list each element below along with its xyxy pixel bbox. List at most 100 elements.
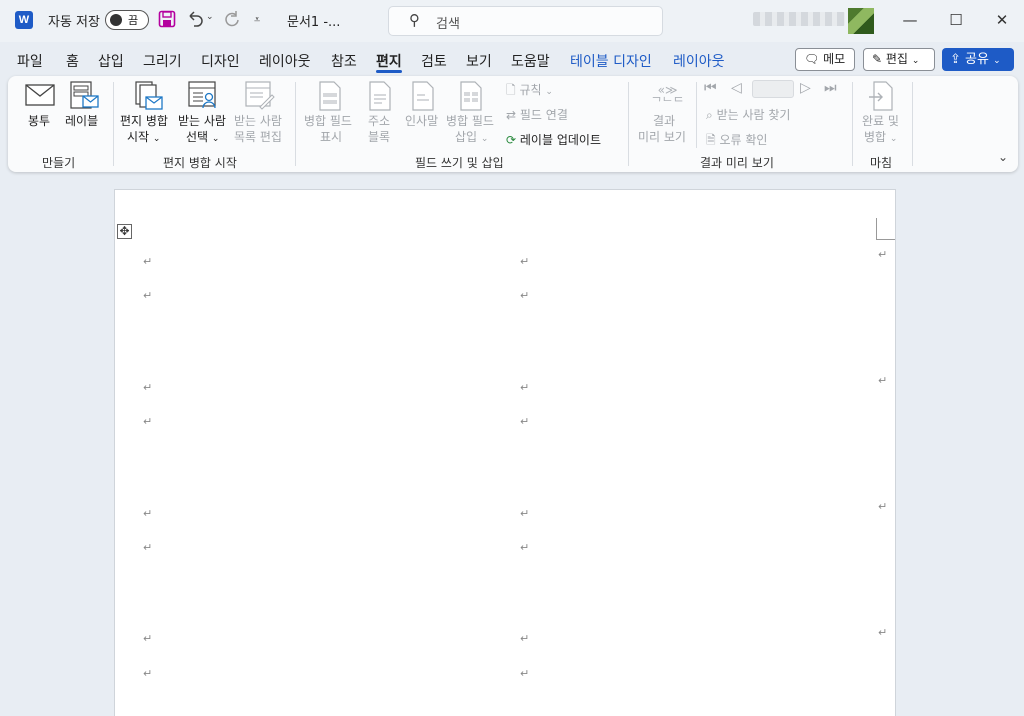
group-divider: [852, 82, 853, 166]
tab-layout[interactable]: 레이아웃: [259, 51, 311, 71]
tab-table-design[interactable]: 테이블 디자인: [570, 51, 652, 71]
tab-view[interactable]: 보기: [466, 51, 492, 71]
autosave-toggle[interactable]: 끔: [105, 10, 149, 30]
address-block-icon: [368, 81, 392, 115]
tab-draw[interactable]: 그리기: [143, 51, 182, 71]
start-mail-merge-label-2: 시작: [127, 130, 150, 144]
share-icon: ⇪: [950, 52, 961, 67]
share-label: 공유: [965, 52, 989, 67]
select-recipients-button[interactable]: 선택 ⌄: [186, 130, 219, 147]
insert-merge-field-label-1: 병합 필드: [446, 114, 494, 128]
start-mail-merge-button[interactable]: 시작 ⌄: [127, 130, 160, 147]
edit-mode-button[interactable]: ✎ 편집 ⌄: [863, 48, 935, 71]
tab-insert[interactable]: 삽입: [98, 51, 124, 71]
previous-record-icon: ◁: [731, 80, 742, 96]
save-icon[interactable]: [158, 10, 176, 33]
document-page[interactable]: [114, 189, 896, 716]
paragraph-mark-icon: ↵: [520, 667, 530, 680]
tab-file[interactable]: 파일: [17, 51, 43, 71]
start-mail-merge-icon[interactable]: [134, 81, 164, 117]
group-divider: [912, 82, 913, 166]
pencil-icon: ✎: [872, 52, 883, 66]
address-block-label-2: 블록: [368, 130, 391, 144]
finish-merge-label-2: 병합 ⌄: [864, 130, 897, 147]
rules-label: 규칙: [519, 83, 542, 97]
tab-table-layout[interactable]: 레이아웃: [673, 51, 725, 71]
undo-icon[interactable]: [186, 9, 204, 32]
ribbon: 봉투 레이블 만들기 편지 병합 시작 ⌄ 받는 사람 선택 ⌄ 받는 사람 목…: [8, 76, 1018, 172]
minimize-icon[interactable]: —: [895, 8, 925, 32]
collapse-ribbon-icon[interactable]: ⌄: [998, 150, 1008, 164]
active-tab-indicator: [376, 70, 402, 73]
redo-icon[interactable]: [221, 9, 241, 34]
check-errors-icon: 🗎: [706, 133, 716, 147]
maximize-icon[interactable]: ☐: [941, 8, 971, 32]
paragraph-mark-icon: ↵: [143, 415, 153, 428]
paragraph-mark-icon: ↵: [143, 667, 153, 680]
check-errors-button: 🗎 오류 확인: [706, 131, 767, 152]
paragraph-mark-icon: ↵: [143, 381, 153, 394]
paragraph-mark-icon: ↵: [520, 255, 530, 268]
search-placeholder: 검색: [436, 17, 460, 32]
avatar[interactable]: [848, 8, 874, 34]
search-box[interactable]: ⚲ 검색: [388, 6, 663, 36]
tab-help[interactable]: 도움말: [511, 51, 550, 71]
search-icon: ⚲: [409, 11, 420, 29]
edit-recipient-list-label-2: 목록 편집: [234, 130, 282, 144]
select-recipients-icon[interactable]: [188, 81, 220, 115]
match-fields-label: 필드 연결: [519, 108, 568, 122]
tab-design[interactable]: 디자인: [201, 51, 240, 71]
match-fields-icon: ⇄: [506, 108, 517, 122]
select-recipients-label-1[interactable]: 받는 사람: [178, 114, 226, 129]
find-recipient-label: 받는 사람 찾기: [716, 108, 791, 122]
paragraph-mark-icon: ↵: [143, 255, 153, 268]
preview-results-label-2: 미리 보기: [638, 130, 686, 144]
paragraph-mark-icon: ↵: [520, 381, 530, 394]
paragraph-mark-icon: ↵: [143, 632, 153, 645]
paragraph-mark-icon: ↵: [520, 507, 530, 520]
group-divider: [295, 82, 296, 166]
update-labels-button[interactable]: ⟳ 레이블 업데이트: [506, 131, 601, 148]
paragraph-mark-icon: ↵: [520, 632, 530, 645]
record-number-input: [752, 80, 794, 98]
close-icon[interactable]: ✕: [987, 8, 1017, 32]
tab-references[interactable]: 참조: [331, 51, 357, 71]
edit-recipient-list-label-1: 받는 사람: [234, 114, 282, 128]
envelope-icon[interactable]: [25, 84, 55, 110]
account-name[interactable]: [753, 12, 845, 26]
insert-merge-field-label-2: 삽입 ⌄: [455, 130, 488, 147]
greeting-line-icon: [411, 81, 435, 115]
paragraph-mark-icon: ↵: [878, 248, 888, 261]
first-record-icon: ⏮: [704, 80, 719, 96]
update-labels-label: 레이블 업데이트: [519, 133, 601, 147]
table-move-handle-icon[interactable]: ✥: [117, 224, 132, 239]
chevron-down-icon: ⌄: [545, 87, 553, 97]
memo-label: 메모: [823, 52, 846, 66]
paragraph-mark-icon: ↵: [143, 541, 153, 554]
highlight-merge-fields-label-1: 병합 필드: [304, 114, 352, 128]
finish-merge-icon: [868, 81, 896, 115]
rules-icon: 🗋: [506, 83, 516, 97]
group-divider: [628, 82, 629, 166]
tab-review[interactable]: 검토: [421, 51, 447, 71]
paragraph-mark-icon: ↵: [878, 374, 888, 387]
labels-button[interactable]: 레이블: [65, 114, 98, 129]
tab-mailings[interactable]: 편지: [376, 51, 402, 71]
comment-icon: 🗨: [804, 52, 820, 66]
envelopes-button[interactable]: 봉투: [28, 114, 50, 129]
group-create-label: 만들기: [42, 156, 76, 170]
document-title: 문서1 -...: [287, 15, 341, 30]
share-button[interactable]: ⇪ 공유 ⌄: [942, 48, 1014, 71]
customize-toolbar-icon[interactable]: ⩡: [254, 13, 260, 27]
word-logo-icon: W: [15, 11, 33, 29]
undo-dropdown-icon[interactable]: ⌄: [206, 12, 214, 22]
labels-icon[interactable]: [69, 81, 99, 115]
tab-home[interactable]: 홈: [66, 51, 79, 71]
preview-results-label-1: 결과: [653, 114, 676, 128]
page-corner-mark: [876, 218, 895, 240]
start-mail-merge-label-1[interactable]: 편지 병합: [120, 114, 168, 129]
paragraph-mark-icon: ↵: [520, 415, 530, 428]
memo-button[interactable]: 🗨 메모: [795, 48, 855, 71]
group-preview-label: 결과 미리 보기: [700, 156, 774, 170]
finish-merge-text: 병합: [864, 130, 887, 144]
